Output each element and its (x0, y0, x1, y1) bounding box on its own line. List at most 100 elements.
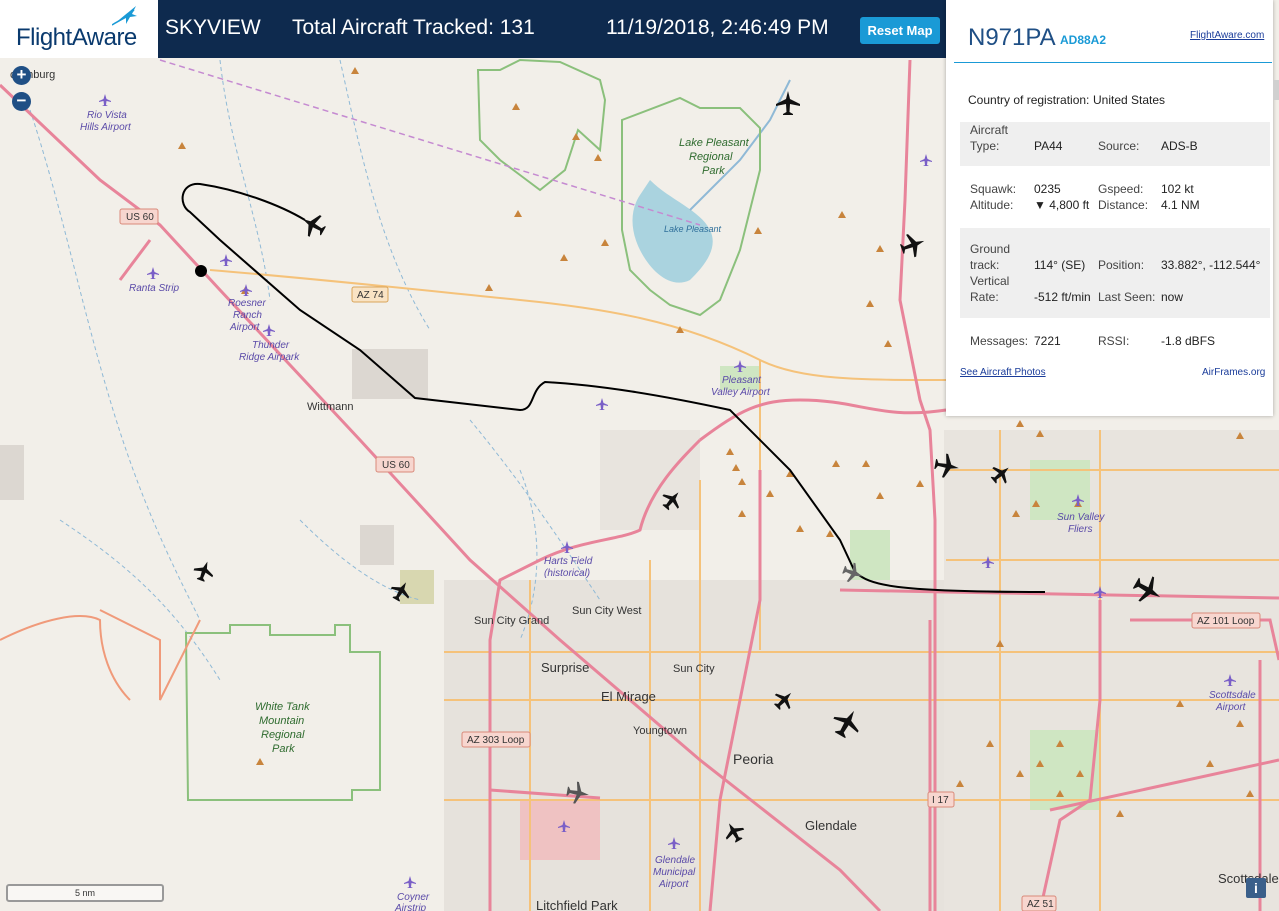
lastseen-label: Last Seen: (1098, 290, 1156, 304)
vrate-value: -512 ft/min (1034, 290, 1091, 304)
track-label-2: track: (970, 258, 1000, 272)
label-sun-valley-1: Sun Valley (1057, 512, 1105, 523)
urban-areas (0, 349, 1279, 911)
label-white-tank-1: White Tank (255, 701, 310, 713)
gspeed-label: Gspeed: (1098, 182, 1144, 196)
label-glendale-airport-1: Glendale (655, 855, 695, 866)
panel-divider (954, 62, 1272, 63)
squawk-value: 0235 (1034, 182, 1061, 196)
logo-plane-icon (112, 6, 137, 26)
gspeed-value: 102 kt (1161, 182, 1194, 196)
source-label: Source: (1098, 139, 1140, 153)
label-sun-city-west: Sun City West (572, 605, 642, 617)
label-us60-a: US 60 (126, 212, 154, 223)
label-roesner-3: Airport (229, 322, 261, 333)
flightaware-link[interactable]: FlightAware.com (1190, 30, 1264, 41)
label-white-tank-2: Mountain (259, 715, 304, 727)
flightaware-logo[interactable]: FlightAware (0, 0, 158, 58)
position-value: 33.882°, -112.544° (1161, 258, 1261, 272)
label-litchfield: Litchfield Park (536, 898, 618, 911)
position-label: Position: (1098, 258, 1145, 272)
label-wittmann: Wittmann (307, 401, 353, 413)
vrate-label-1: Vertical (970, 274, 1010, 288)
type-label-1: Aircraft (970, 123, 1009, 137)
label-thunder-1: Thunder (252, 340, 290, 351)
label-us60-b: US 60 (382, 460, 410, 471)
distance-value: 4.1 NM (1161, 198, 1200, 212)
header-bar: FlightAware SKYVIEW Total Aircraft Track… (0, 0, 946, 58)
label-glendale-airport-3: Airport (658, 879, 690, 890)
wickenburg-road (0, 615, 131, 701)
label-coyner-2: Airstrip (394, 903, 427, 911)
label-youngtown: Youngtown (633, 725, 687, 737)
zoom-out-button[interactable]: − (12, 92, 31, 111)
label-i17: I 17 (932, 795, 949, 806)
distance-label: Distance: (1098, 198, 1149, 212)
rssi-value: -1.8 dBFS (1161, 334, 1216, 348)
aircraft-ident: N971PA (968, 24, 1056, 51)
vrate-label-2: Rate: (970, 290, 999, 304)
label-rio-vista: Rio Vista (87, 110, 127, 121)
aircraft-photos-link[interactable]: See Aircraft Photos (960, 367, 1046, 378)
type-label-2: Type: (970, 139, 1000, 153)
label-az74: AZ 74 (357, 290, 384, 301)
label-harts-2: (historical) (544, 568, 590, 579)
country-value: United States (1093, 93, 1166, 107)
label-thunder-2: Ridge Airpark (239, 352, 300, 363)
airspace-boundary (159, 59, 701, 226)
label-roesner-1: Roesner (228, 298, 266, 309)
rssi-label: RSSI: (1098, 334, 1130, 348)
messages-label: Messages: (970, 334, 1029, 348)
label-sun-city-grand: Sun City Grand (474, 615, 549, 627)
label-lake-pleasant-park-2: Regional (689, 151, 733, 163)
label-glendale-airport-2: Municipal (653, 867, 696, 878)
app-name: SKYVIEW (165, 16, 261, 39)
label-az101: AZ 101 Loop (1197, 616, 1255, 627)
label-rio-vista-2: Hills Airport (80, 122, 132, 133)
label-scottsdale-airport-2: Airport (1215, 702, 1247, 713)
datetime: 11/19/2018, 2:46:49 PM (606, 16, 829, 39)
messages-value: 7221 (1034, 334, 1061, 348)
track-start-marker (195, 265, 207, 277)
label-lake-pleasant: Lake Pleasant (664, 224, 722, 234)
info-button[interactable]: i (1246, 878, 1266, 898)
label-harts-1: Harts Field (544, 556, 593, 567)
type-value: PA44 (1034, 139, 1063, 153)
aircraft-hex: AD88A2 (1060, 33, 1107, 47)
track-value: 114° (SE) (1034, 258, 1086, 272)
label-coyner-1: Coyner (397, 892, 430, 903)
total-tracked: Total Aircraft Tracked: 131 (292, 16, 535, 39)
altitude-label: Altitude: (970, 198, 1014, 212)
label-ranta-strip: Ranta Strip (129, 283, 179, 294)
label-lake-pleasant-park-3: Park (702, 165, 725, 177)
label-roesner-2: Ranch (233, 310, 262, 321)
label-pleasant-valley-1: Pleasant (722, 375, 762, 386)
label-sun-valley-2: Fliers (1068, 524, 1092, 535)
map-scale: 5 nm (6, 884, 164, 902)
label-lake-pleasant-park-1: Lake Pleasant (679, 137, 750, 149)
wickenburg-road-2 (99, 609, 201, 701)
label-peoria: Peoria (733, 751, 774, 767)
label-white-tank-4: Park (272, 743, 295, 755)
label-pleasant-valley-2: Valley Airport (711, 387, 771, 398)
label-white-tank-3: Regional (261, 729, 305, 741)
lastseen-value: now (1161, 290, 1184, 304)
source-value: ADS-B (1161, 139, 1198, 153)
brand-name: FlightAware (16, 24, 137, 51)
label-scottsdale-airport-1: Scottsdale (1209, 690, 1256, 701)
label-sun-city: Sun City (673, 663, 715, 675)
country-label: Country of registration: (968, 93, 1090, 107)
airframes-link[interactable]: AirFrames.org (1202, 367, 1265, 378)
track-label-1: Ground (970, 242, 1011, 256)
squawk-label: Squawk: (970, 182, 1017, 196)
label-az303: AZ 303 Loop (467, 735, 525, 746)
label-surprise: Surprise (541, 660, 589, 675)
label-glendale: Glendale (805, 818, 857, 833)
zoom-in-button[interactable]: + (12, 66, 31, 85)
aircraft-detail-panel: N971PA AD88A2 FlightAware.com Country of… (946, 0, 1273, 416)
panel-scroll-handle[interactable] (1273, 80, 1279, 100)
label-az51: AZ 51 (1027, 899, 1054, 910)
altitude-value: ▼ 4,800 ft (1034, 198, 1090, 212)
reset-map-button[interactable]: Reset Map (860, 17, 940, 44)
label-el-mirage: El Mirage (601, 689, 656, 704)
